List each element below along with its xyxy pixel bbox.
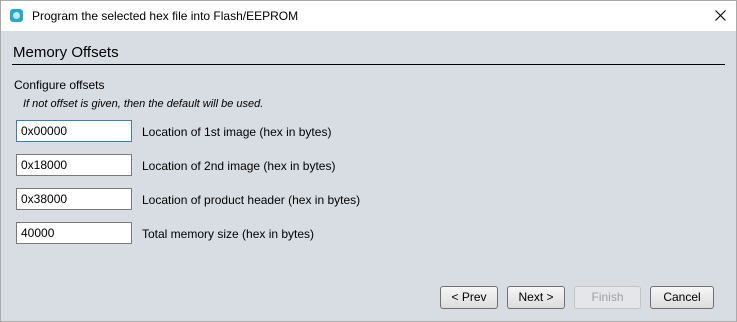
close-icon [715,10,726,21]
second-image-offset-label: Location of 2nd image (hex in bytes) [142,159,336,173]
first-image-offset-label: Location of 1st image (hex in bytes) [142,125,332,139]
group-label: Configure offsets [14,78,105,92]
section-title: Memory Offsets [13,44,119,61]
title-bar: Program the selected hex file into Flash… [1,1,736,31]
next-button[interactable]: Next > [507,286,565,309]
product-header-offset-label: Location of product header (hex in bytes… [142,193,361,207]
first-image-offset-input[interactable] [16,120,132,142]
section-divider [12,64,725,65]
total-memory-size-label: Total memory size (hex in bytes) [142,227,315,241]
window-title: Program the selected hex file into Flash… [32,9,299,23]
cancel-button[interactable]: Cancel [650,286,714,309]
second-image-offset-input[interactable] [16,154,132,176]
prev-button[interactable]: < Prev [440,286,498,309]
hint-text: If not offset is given, then the default… [23,98,264,110]
dialog-window: Program the selected hex file into Flash… [0,0,737,322]
product-header-offset-input[interactable] [16,188,132,210]
total-memory-size-input[interactable] [16,222,132,244]
close-button[interactable] [704,1,736,31]
app-icon [10,9,23,22]
finish-button[interactable]: Finish [574,286,641,309]
